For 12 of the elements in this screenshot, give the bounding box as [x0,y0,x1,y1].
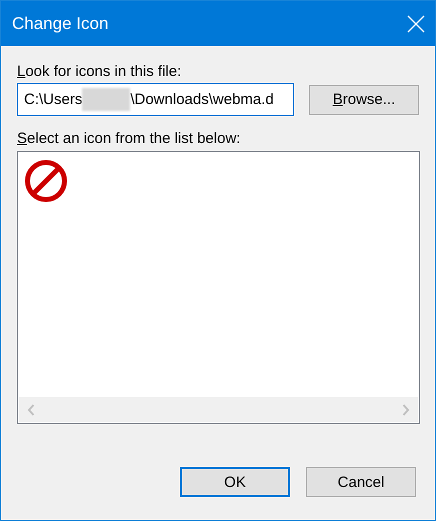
field-label: Look for icons in this file: [17,63,182,80]
ok-button[interactable]: OK [180,467,290,497]
cancel-button[interactable]: Cancel [306,467,416,497]
horizontal-scrollbar[interactable] [19,397,418,422]
scroll-right-icon[interactable] [402,404,410,416]
window-title: Change Icon [12,14,108,34]
browse-button[interactable]: Browse... [309,84,419,114]
scroll-left-icon[interactable] [27,404,35,416]
list-label: Select an icon from the list below: [17,130,240,147]
input-field[interactable]: C:\Users \Downloads\webma.d [17,83,294,116]
close-icon[interactable] [407,14,425,32]
prohibition-icon[interactable] [24,159,68,203]
